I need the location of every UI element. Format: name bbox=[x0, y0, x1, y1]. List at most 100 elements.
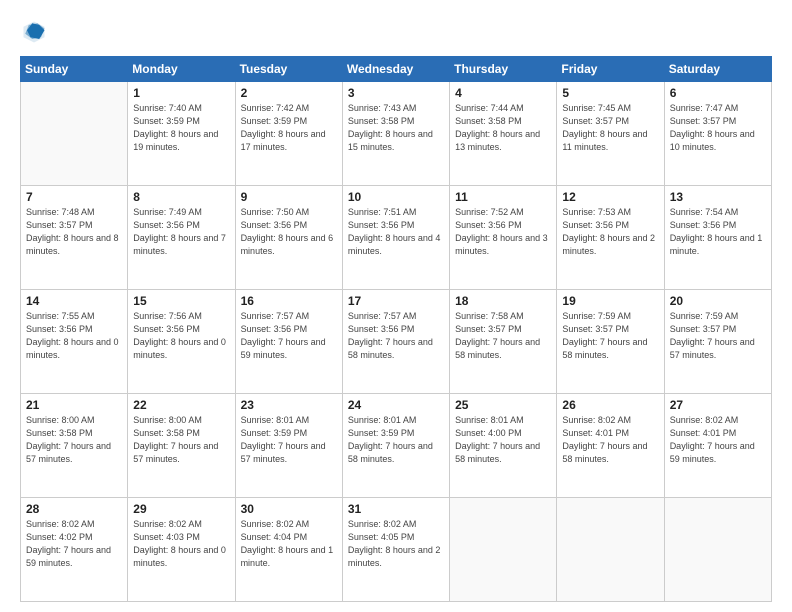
calendar-cell bbox=[557, 498, 664, 602]
day-info: Sunrise: 7:43 AMSunset: 3:58 PMDaylight:… bbox=[348, 102, 444, 154]
calendar-weekday-wednesday: Wednesday bbox=[342, 57, 449, 82]
day-number: 27 bbox=[670, 398, 766, 412]
logo bbox=[20, 18, 52, 46]
calendar-cell: 2 Sunrise: 7:42 AMSunset: 3:59 PMDaylight… bbox=[235, 82, 342, 186]
calendar-cell: 8Sunrise: 7:49 AMSunset: 3:56 PMDaylight… bbox=[128, 186, 235, 290]
calendar-cell: 31 Sunrise: 8:02 AMSunset: 4:05 PMDayligh… bbox=[342, 498, 449, 602]
day-number: 21 bbox=[26, 398, 122, 412]
day-number: 19 bbox=[562, 294, 658, 308]
day-info: Sunrise: 8:01 AMSunset: 4:00 PMDaylight:… bbox=[455, 414, 551, 466]
day-info: Sunrise: 7:45 AMSunset: 3:57 PMDaylight:… bbox=[562, 102, 658, 154]
day-info: Sunrise: 7:48 AMSunset: 3:57 PMDaylight:… bbox=[26, 206, 122, 258]
day-number: 28 bbox=[26, 502, 122, 516]
calendar-cell: 12 Sunrise: 7:53 AMSunset: 3:56 PMDayligh… bbox=[557, 186, 664, 290]
day-number: 17 bbox=[348, 294, 444, 308]
calendar-cell: 28 Sunrise: 8:02 AMSunset: 4:02 PMDayligh… bbox=[21, 498, 128, 602]
calendar-weekday-sunday: Sunday bbox=[21, 57, 128, 82]
page: SundayMondayTuesdayWednesdayThursdayFrid… bbox=[0, 0, 792, 612]
day-number: 11 bbox=[455, 190, 551, 204]
day-info: Sunrise: 7:44 AMSunset: 3:58 PMDaylight:… bbox=[455, 102, 551, 154]
day-number: 5 bbox=[562, 86, 658, 100]
calendar-cell: 17 Sunrise: 7:57 AMSunset: 3:56 PMDayligh… bbox=[342, 290, 449, 394]
calendar-cell: 4 Sunrise: 7:44 AMSunset: 3:58 PMDaylight… bbox=[450, 82, 557, 186]
day-number: 16 bbox=[241, 294, 337, 308]
day-info: Sunrise: 8:01 AMSunset: 3:59 PMDaylight:… bbox=[348, 414, 444, 466]
calendar-cell: 1Sunrise: 7:40 AMSunset: 3:59 PMDaylight… bbox=[128, 82, 235, 186]
day-info: Sunrise: 7:59 AMSunset: 3:57 PMDaylight:… bbox=[670, 310, 766, 362]
day-number: 18 bbox=[455, 294, 551, 308]
calendar-cell bbox=[21, 82, 128, 186]
logo-icon bbox=[20, 18, 48, 46]
calendar-cell: 9 Sunrise: 7:50 AMSunset: 3:56 PMDaylight… bbox=[235, 186, 342, 290]
calendar-cell: 22Sunrise: 8:00 AMSunset: 3:58 PMDayligh… bbox=[128, 394, 235, 498]
day-info: Sunrise: 8:02 AMSunset: 4:01 PMDaylight:… bbox=[562, 414, 658, 466]
calendar-cell: 16 Sunrise: 7:57 AMSunset: 3:56 PMDayligh… bbox=[235, 290, 342, 394]
day-info: Sunrise: 7:51 AMSunset: 3:56 PMDaylight:… bbox=[348, 206, 444, 258]
day-info: Sunrise: 7:49 AMSunset: 3:56 PMDaylight:… bbox=[133, 206, 229, 258]
day-number: 24 bbox=[348, 398, 444, 412]
day-info: Sunrise: 7:50 AMSunset: 3:56 PMDaylight:… bbox=[241, 206, 337, 258]
calendar-week-row: 1Sunrise: 7:40 AMSunset: 3:59 PMDaylight… bbox=[21, 82, 772, 186]
calendar-weekday-tuesday: Tuesday bbox=[235, 57, 342, 82]
day-info: Sunrise: 7:47 AMSunset: 3:57 PMDaylight:… bbox=[670, 102, 766, 154]
calendar-header-row: SundayMondayTuesdayWednesdayThursdayFrid… bbox=[21, 57, 772, 82]
calendar-cell: 30 Sunrise: 8:02 AMSunset: 4:04 PMDayligh… bbox=[235, 498, 342, 602]
day-number: 30 bbox=[241, 502, 337, 516]
day-number: 6 bbox=[670, 86, 766, 100]
calendar-weekday-friday: Friday bbox=[557, 57, 664, 82]
day-info: Sunrise: 8:02 AMSunset: 4:02 PMDaylight:… bbox=[26, 518, 122, 570]
calendar-cell: 6 Sunrise: 7:47 AMSunset: 3:57 PMDaylight… bbox=[664, 82, 771, 186]
calendar-table: SundayMondayTuesdayWednesdayThursdayFrid… bbox=[20, 56, 772, 602]
day-info: Sunrise: 8:01 AMSunset: 3:59 PMDaylight:… bbox=[241, 414, 337, 466]
day-info: Sunrise: 8:02 AMSunset: 4:05 PMDaylight:… bbox=[348, 518, 444, 570]
day-info: Sunrise: 8:00 AMSunset: 3:58 PMDaylight:… bbox=[26, 414, 122, 466]
day-number: 26 bbox=[562, 398, 658, 412]
day-number: 22 bbox=[133, 398, 229, 412]
day-number: 4 bbox=[455, 86, 551, 100]
calendar-cell: 11Sunrise: 7:52 AMSunset: 3:56 PMDayligh… bbox=[450, 186, 557, 290]
day-number: 12 bbox=[562, 190, 658, 204]
calendar-cell: 21 Sunrise: 8:00 AMSunset: 3:58 PMDayligh… bbox=[21, 394, 128, 498]
calendar-cell: 14Sunrise: 7:55 AMSunset: 3:56 PMDayligh… bbox=[21, 290, 128, 394]
day-number: 13 bbox=[670, 190, 766, 204]
calendar-cell: 24 Sunrise: 8:01 AMSunset: 3:59 PMDayligh… bbox=[342, 394, 449, 498]
calendar-weekday-monday: Monday bbox=[128, 57, 235, 82]
day-info: Sunrise: 8:02 AMSunset: 4:04 PMDaylight:… bbox=[241, 518, 337, 570]
header bbox=[20, 18, 772, 46]
day-info: Sunrise: 7:58 AMSunset: 3:57 PMDaylight:… bbox=[455, 310, 551, 362]
day-number: 14 bbox=[26, 294, 122, 308]
calendar-cell: 29Sunrise: 8:02 AMSunset: 4:03 PMDayligh… bbox=[128, 498, 235, 602]
day-number: 7 bbox=[26, 190, 122, 204]
day-number: 2 bbox=[241, 86, 337, 100]
calendar-weekday-saturday: Saturday bbox=[664, 57, 771, 82]
day-info: Sunrise: 8:02 AMSunset: 4:03 PMDaylight:… bbox=[133, 518, 229, 570]
calendar-cell: 18 Sunrise: 7:58 AMSunset: 3:57 PMDayligh… bbox=[450, 290, 557, 394]
calendar-weekday-thursday: Thursday bbox=[450, 57, 557, 82]
calendar-cell: 15 Sunrise: 7:56 AMSunset: 3:56 PMDayligh… bbox=[128, 290, 235, 394]
day-info: Sunrise: 7:57 AMSunset: 3:56 PMDaylight:… bbox=[241, 310, 337, 362]
day-number: 15 bbox=[133, 294, 229, 308]
day-number: 31 bbox=[348, 502, 444, 516]
calendar-cell: 27 Sunrise: 8:02 AMSunset: 4:01 PMDayligh… bbox=[664, 394, 771, 498]
day-info: Sunrise: 7:53 AMSunset: 3:56 PMDaylight:… bbox=[562, 206, 658, 258]
calendar-cell: 13 Sunrise: 7:54 AMSunset: 3:56 PMDayligh… bbox=[664, 186, 771, 290]
calendar-cell: 7 Sunrise: 7:48 AMSunset: 3:57 PMDaylight… bbox=[21, 186, 128, 290]
day-number: 9 bbox=[241, 190, 337, 204]
day-info: Sunrise: 7:54 AMSunset: 3:56 PMDaylight:… bbox=[670, 206, 766, 258]
day-number: 20 bbox=[670, 294, 766, 308]
calendar-cell bbox=[450, 498, 557, 602]
day-info: Sunrise: 8:02 AMSunset: 4:01 PMDaylight:… bbox=[670, 414, 766, 466]
day-number: 1 bbox=[133, 86, 229, 100]
calendar-week-row: 28 Sunrise: 8:02 AMSunset: 4:02 PMDayligh… bbox=[21, 498, 772, 602]
calendar-week-row: 7 Sunrise: 7:48 AMSunset: 3:57 PMDaylight… bbox=[21, 186, 772, 290]
day-info: Sunrise: 7:59 AMSunset: 3:57 PMDaylight:… bbox=[562, 310, 658, 362]
calendar-cell: 23Sunrise: 8:01 AMSunset: 3:59 PMDayligh… bbox=[235, 394, 342, 498]
day-info: Sunrise: 7:56 AMSunset: 3:56 PMDaylight:… bbox=[133, 310, 229, 362]
day-info: Sunrise: 7:57 AMSunset: 3:56 PMDaylight:… bbox=[348, 310, 444, 362]
calendar-cell: 26 Sunrise: 8:02 AMSunset: 4:01 PMDayligh… bbox=[557, 394, 664, 498]
calendar-cell: 19 Sunrise: 7:59 AMSunset: 3:57 PMDayligh… bbox=[557, 290, 664, 394]
day-number: 25 bbox=[455, 398, 551, 412]
day-info: Sunrise: 7:42 AMSunset: 3:59 PMDaylight:… bbox=[241, 102, 337, 154]
calendar-cell: 10Sunrise: 7:51 AMSunset: 3:56 PMDayligh… bbox=[342, 186, 449, 290]
calendar-week-row: 14Sunrise: 7:55 AMSunset: 3:56 PMDayligh… bbox=[21, 290, 772, 394]
